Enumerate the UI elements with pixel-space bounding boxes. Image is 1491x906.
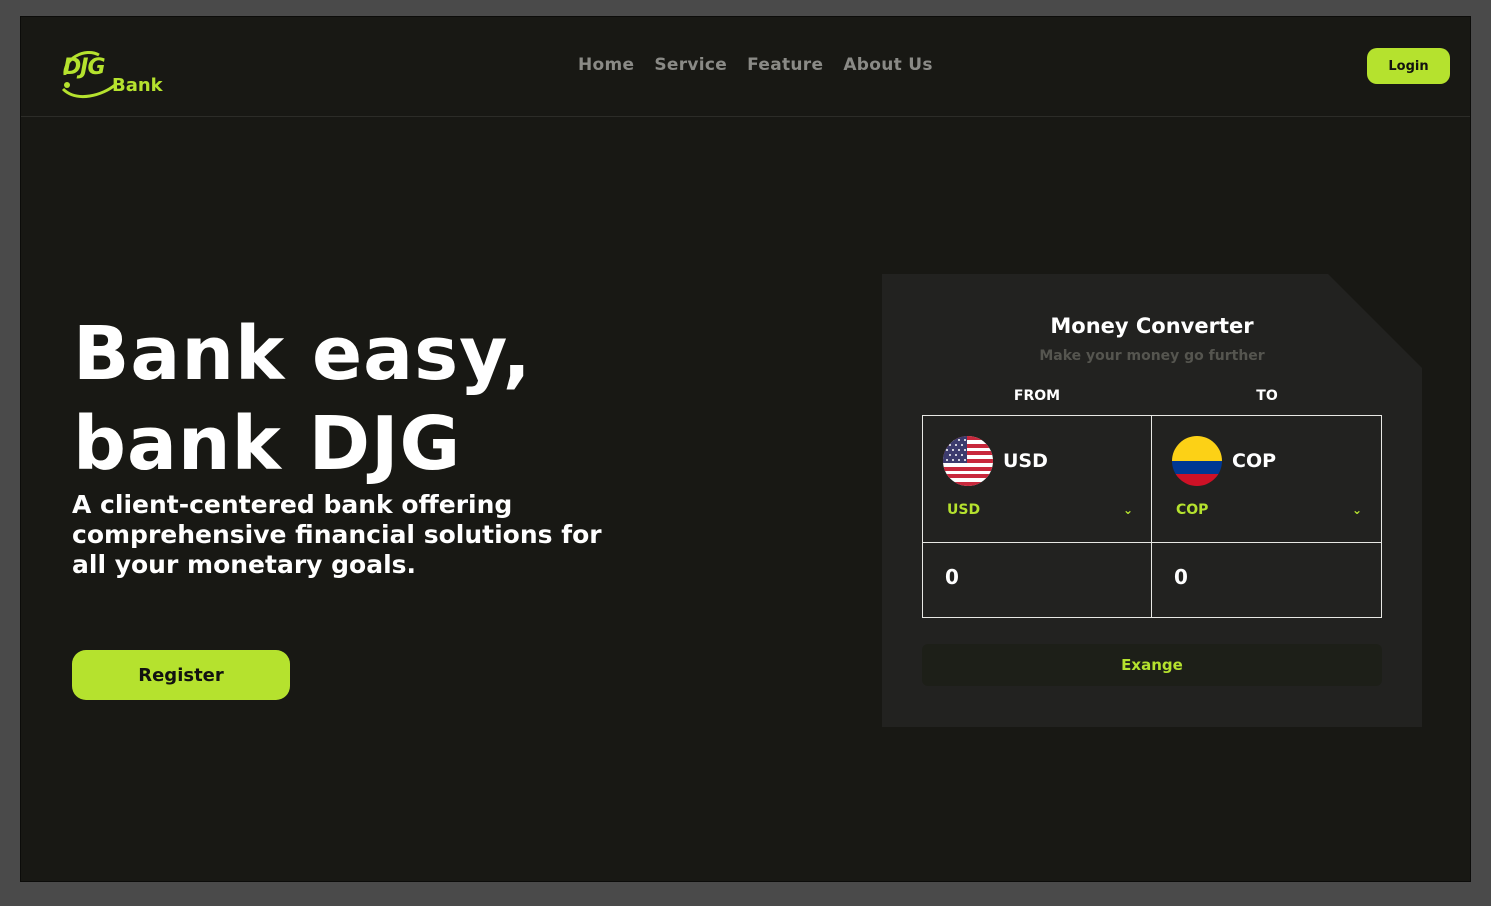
exchange-button[interactable]: Exange (922, 644, 1382, 686)
logo-suffix: Bank (112, 75, 163, 96)
djg-bank-logo[interactable]: DJG Bank (59, 45, 189, 99)
colombia-flag-icon (1172, 436, 1222, 486)
hero-title: Bank easy, bank DJG (73, 309, 713, 489)
nav-service[interactable]: Service (654, 55, 727, 75)
converter-subtitle: Make your money go further (1039, 348, 1265, 364)
to-amount-field[interactable]: 0 (1152, 543, 1381, 617)
from-currency-select[interactable]: USD ⌄ (947, 502, 1133, 518)
app-window: DJG Bank Home Service Feature About Us L… (20, 16, 1471, 882)
nav-about-us[interactable]: About Us (843, 55, 932, 75)
from-currency-selected: USD (947, 502, 981, 518)
from-currency-cell: USD USD ⌄ (923, 416, 1152, 543)
to-currency-selected: COP (1176, 502, 1209, 518)
logo-text: DJG (63, 55, 106, 80)
to-currency-code: COP (1232, 450, 1277, 472)
money-converter-card: Money Converter Make your money go furth… (882, 274, 1422, 727)
to-currency-select[interactable]: COP ⌄ (1176, 502, 1362, 518)
top-navbar: DJG Bank Home Service Feature About Us L… (21, 17, 1470, 117)
converter-title: Money Converter (1050, 314, 1254, 338)
converter-grid: USD USD ⌄ COP COP ⌄ 0 0 (922, 415, 1382, 618)
from-amount-field[interactable]: 0 (923, 543, 1152, 617)
to-currency-cell: COP COP ⌄ (1152, 416, 1381, 543)
register-button[interactable]: Register (72, 650, 290, 700)
main-nav: Home Service Feature About Us (578, 55, 933, 75)
to-amount-value: 0 (1174, 565, 1188, 589)
to-label: TO (1256, 388, 1278, 404)
hero-title-line2: bank DJG (73, 401, 462, 487)
from-amount-value: 0 (945, 565, 959, 589)
nav-feature[interactable]: Feature (747, 55, 823, 75)
hero-subtitle: A client-centered bank offering comprehe… (72, 490, 602, 579)
login-button[interactable]: Login (1367, 48, 1450, 84)
nav-home[interactable]: Home (578, 55, 634, 75)
from-label: FROM (1013, 388, 1061, 404)
us-flag-icon (943, 436, 993, 486)
chevron-down-icon: ⌄ (1351, 503, 1362, 517)
hero-title-line1: Bank easy, (73, 311, 532, 397)
from-currency-code: USD (1003, 450, 1048, 472)
chevron-down-icon: ⌄ (1122, 503, 1133, 517)
